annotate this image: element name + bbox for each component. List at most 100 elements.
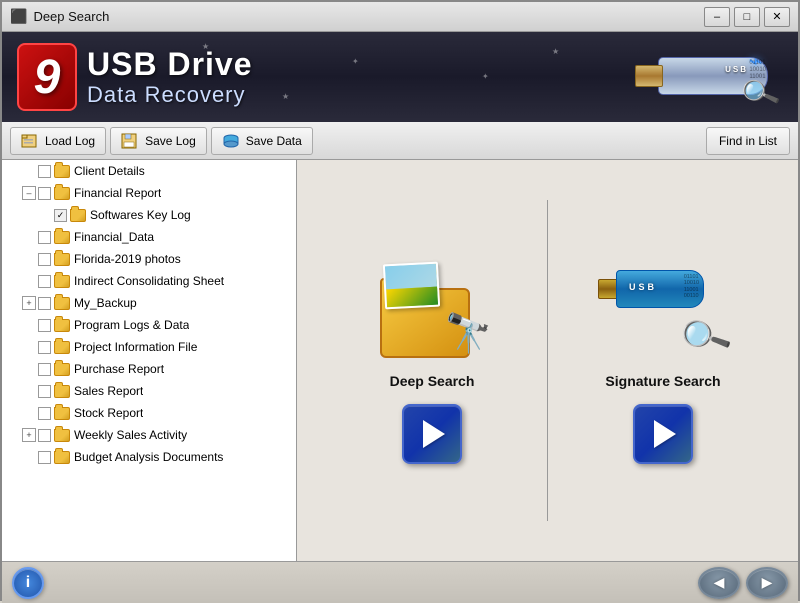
checkbox[interactable] (38, 253, 51, 266)
checkbox[interactable] (38, 297, 51, 310)
app-logo: 9 USB Drive Data Recovery (17, 43, 253, 111)
expand-button[interactable]: – (22, 186, 36, 200)
folder-icon (54, 407, 70, 420)
deep-search-play-button[interactable] (402, 404, 462, 464)
app-title-line2: Data Recovery (87, 83, 253, 107)
tree-label: Program Logs & Data (74, 318, 189, 332)
window-controls: – □ ✕ (704, 7, 790, 27)
folder-icon (54, 385, 70, 398)
deep-search-illustration: 🔭 (372, 258, 492, 358)
app-icon: ⬛ (10, 8, 27, 25)
maximize-button[interactable]: □ (734, 7, 760, 27)
folder-icon (70, 209, 86, 222)
tree-item-purchase-report[interactable]: Purchase Report (2, 358, 296, 380)
checkbox[interactable] (38, 407, 51, 420)
play-triangle-icon (423, 420, 445, 448)
next-button[interactable]: ▶ (746, 567, 788, 599)
expand-button[interactable]: + (22, 428, 36, 442)
title-bar: ⬛ Deep Search – □ ✕ (2, 2, 798, 32)
star-decoration: ✦ (482, 72, 489, 81)
tree-item-budget-analysis[interactable]: Budget Analysis Documents (2, 446, 296, 468)
usb-text: USB (629, 282, 657, 292)
expand-button[interactable]: + (22, 296, 36, 310)
photo-card (383, 261, 440, 309)
save-data-icon (222, 133, 240, 149)
checkbox[interactable] (38, 165, 51, 178)
checkbox[interactable] (38, 275, 51, 288)
folder-icon (54, 187, 70, 200)
folder-icon (54, 451, 70, 464)
load-log-button[interactable]: Load Log (10, 127, 106, 155)
header-usb-illustration: ⌁ USB 011011001011001 🔍 (618, 42, 778, 112)
logo-number: 9 (17, 43, 77, 111)
checkbox[interactable] (38, 385, 51, 398)
tree-item-my-backup[interactable]: + My_Backup (2, 292, 296, 314)
tree-item-softwares-key-log[interactable]: ✓ Softwares Key Log (2, 204, 296, 226)
play-triangle-icon (654, 420, 676, 448)
usb-body: USB 01101100101100100110 (616, 270, 704, 308)
tree-label: My_Backup (74, 296, 137, 310)
tree-item-project-info[interactable]: Project Information File (2, 336, 296, 358)
app-title-line1: USB Drive (87, 47, 253, 82)
star-decoration: ★ (552, 47, 559, 56)
checkbox[interactable] (38, 319, 51, 332)
tree-label: Project Information File (74, 340, 197, 354)
checkbox[interactable] (38, 451, 51, 464)
minimize-button[interactable]: – (704, 7, 730, 27)
checkbox[interactable] (38, 341, 51, 354)
tree-item-sales-report[interactable]: Sales Report (2, 380, 296, 402)
prev-arrow-icon: ◀ (714, 574, 725, 591)
tree-item-florida-photos[interactable]: Florida-2019 photos (2, 248, 296, 270)
toolbar: Load Log Save Log Save Data Find in List (2, 122, 798, 160)
tree-item-financial-data[interactable]: Financial_Data (2, 226, 296, 248)
nav-buttons: ◀ ▶ (698, 567, 788, 599)
checkbox[interactable] (38, 429, 51, 442)
usb-connector (635, 65, 663, 87)
file-tree-panel: Client Details – Financial Report ✓ Soft… (2, 160, 297, 561)
star-decoration: ★ (282, 92, 289, 101)
folder-icon (54, 231, 70, 244)
tree-item-client-details[interactable]: Client Details (2, 160, 296, 182)
tree-label: Florida-2019 photos (74, 252, 181, 266)
folder-icon (54, 253, 70, 266)
usb-drive-illus: USB 01101100101100100110 (598, 266, 708, 314)
checkbox[interactable] (38, 187, 51, 200)
magnifier-search-icon: 🔍 (676, 308, 734, 365)
tree-label: Stock Report (74, 406, 143, 420)
search-options: 🔭 Deep Search USB (317, 180, 778, 541)
checkbox[interactable] (38, 363, 51, 376)
tree-item-financial-report[interactable]: – Financial Report (2, 182, 296, 204)
save-data-button[interactable]: Save Data (211, 127, 313, 155)
file-tree-scroll[interactable]: Client Details – Financial Report ✓ Soft… (2, 160, 296, 561)
bits-text: 01101100101100100110 (684, 274, 699, 300)
signature-search-play-button[interactable] (633, 404, 693, 464)
folder-icon (54, 341, 70, 354)
tree-label: Purchase Report (74, 362, 164, 376)
deep-search-label: Deep Search (390, 373, 475, 389)
tree-item-indirect-sheet[interactable]: Indirect Consolidating Sheet (2, 270, 296, 292)
folder-icon (54, 429, 70, 442)
folder-icon (54, 275, 70, 288)
load-log-icon (21, 133, 39, 149)
close-button[interactable]: ✕ (764, 7, 790, 27)
tree-label: Sales Report (74, 384, 143, 398)
find-in-list-button[interactable]: Find in List (706, 127, 790, 155)
info-button[interactable]: i (12, 567, 44, 599)
deep-search-option: 🔭 Deep Search (317, 180, 547, 541)
signature-search-illustration: USB 01101100101100100110 🔍 (598, 258, 728, 358)
app-title: USB Drive Data Recovery (87, 47, 253, 106)
tree-item-program-logs[interactable]: Program Logs & Data (2, 314, 296, 336)
binoculars-icon: 🔭 (445, 312, 492, 356)
save-log-button[interactable]: Save Log (110, 127, 207, 155)
checkbox[interactable] (38, 231, 51, 244)
tree-label: Financial Report (74, 186, 161, 200)
tree-label: Weekly Sales Activity (74, 428, 187, 442)
tree-item-stock-report[interactable]: Stock Report (2, 402, 296, 424)
right-panel: 🔭 Deep Search USB (297, 160, 798, 561)
app-header: ★ ✦ ★ ✦ ★ 9 USB Drive Data Recovery ⌁ US… (2, 32, 798, 122)
checkbox[interactable]: ✓ (54, 209, 67, 222)
tree-label: Softwares Key Log (90, 208, 191, 222)
tree-item-weekly-sales[interactable]: + Weekly Sales Activity (2, 424, 296, 446)
status-bar: i ◀ ▶ (2, 561, 798, 603)
prev-button[interactable]: ◀ (698, 567, 740, 599)
